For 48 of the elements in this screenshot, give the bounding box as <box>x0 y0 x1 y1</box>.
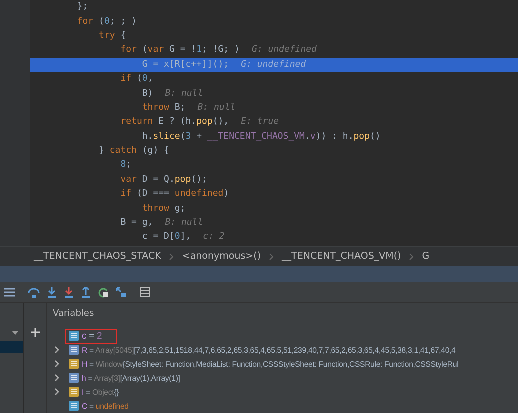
inline-value-hint: B: null <box>165 218 204 228</box>
chevron-icon <box>269 252 274 260</box>
inline-value-hint: c: 2 <box>203 232 225 242</box>
inline-value-hint: G: undefined <box>252 45 317 56</box>
code-line: if (D === undefined) <box>120 189 230 200</box>
code-line: var D = Q.pop(); <box>120 174 208 185</box>
dropdown-arrow-icon[interactable] <box>12 331 19 335</box>
code-line: G = x[R[c++]](); <box>141 60 230 70</box>
step-into-icon[interactable] <box>47 286 57 298</box>
inline-value-hint: E: true <box>241 117 280 128</box>
code-line: for (var G = !1; !G; ) <box>120 45 240 56</box>
code-line: throw g; <box>141 204 186 214</box>
primitive-variable-icon <box>69 331 79 341</box>
code-line: }; <box>76 2 88 12</box>
object-variable-icon <box>69 387 79 397</box>
code-line: if (0, <box>120 74 154 84</box>
code-line: try { <box>98 30 126 41</box>
menu-icon[interactable] <box>4 288 15 296</box>
code-line: 8; <box>120 160 132 170</box>
code-line: } catch (g) { <box>98 146 170 156</box>
step-over-icon[interactable] <box>28 286 40 298</box>
array-variable-icon <box>69 345 79 355</box>
code-line: B = g, <box>120 218 154 228</box>
chevron-icon <box>409 252 414 260</box>
code-line: c = D[0], <box>141 232 192 242</box>
primitive-variable-icon <box>69 401 79 411</box>
object-variable-icon <box>69 359 79 369</box>
inline-value-hint: B: null <box>198 102 236 113</box>
add-icon[interactable] <box>30 328 40 337</box>
run-to-cursor-icon[interactable] <box>116 286 127 298</box>
panel-title: Variables <box>53 308 96 321</box>
table-icon[interactable] <box>140 287 150 297</box>
inline-value-hint: G: undefined <box>241 60 306 70</box>
breadcrumb-item[interactable]: __TENCENT_CHAOS_VM() <box>282 251 402 262</box>
step-out-icon[interactable] <box>81 286 91 298</box>
chevron-icon <box>169 252 174 260</box>
array-variable-icon <box>69 373 79 383</box>
code-line: B) <box>141 88 154 99</box>
breadcrumb-item[interactable]: __TENCENT_CHAOS_STACK <box>34 251 162 262</box>
code-line: throw B; <box>141 102 186 113</box>
code-line: h.slice(3 + __TENCENT_CHAOS_VM.v)) : h.pop() <box>141 132 381 142</box>
code-line: for (0; ; ) <box>76 16 137 27</box>
force-step-into-icon[interactable] <box>64 286 74 298</box>
inline-value-hint: B: null <box>165 88 204 99</box>
breadcrumb-item[interactable]: G <box>422 251 430 262</box>
breadcrumb-item[interactable]: <anonymous>() <box>182 251 262 262</box>
code-line: return E ? (h.pop(), <box>120 117 230 128</box>
restart-frame-icon[interactable] <box>98 286 109 298</box>
